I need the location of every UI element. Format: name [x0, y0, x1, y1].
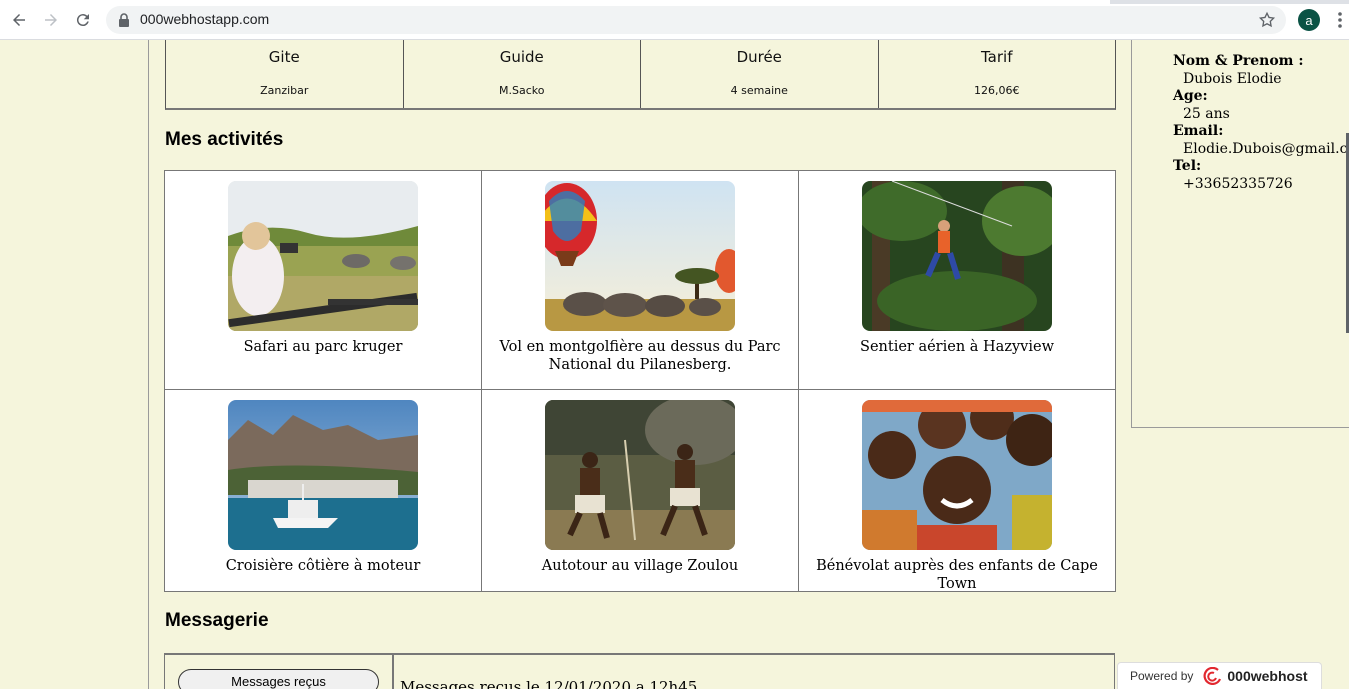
more-menu-icon[interactable] — [1334, 10, 1346, 30]
email-value: Elodie.Dubois@gmail.com — [1183, 140, 1349, 157]
trip-cell-duree: Durée 4 semaine — [641, 40, 879, 108]
activity-card[interactable]: Safari au parc kruger — [165, 171, 482, 390]
activity-card[interactable]: Croisière côtière à moteur — [165, 390, 482, 591]
column-header: Durée — [736, 48, 782, 66]
trip-cell-gite: Gite Zanzibar — [166, 40, 404, 108]
trip-cell-tarif: Tarif 126,06€ — [879, 40, 1116, 108]
cell-value: 126,06€ — [974, 84, 1020, 97]
cell-value: Zanzibar — [260, 84, 309, 97]
powered-by-text: Powered by — [1130, 669, 1194, 683]
powered-by-badge[interactable]: Powered by 000webhost — [1117, 662, 1322, 689]
activity-card[interactable]: Bénévolat auprès des enfants de Cape Tow… — [799, 390, 1115, 592]
zulu-dance-photo[interactable] — [545, 400, 735, 550]
activity-caption: Croisière côtière à moteur — [225, 558, 421, 574]
address-bar[interactable]: 000webhostapp.com — [106, 6, 1286, 34]
tel-label: Tel: — [1173, 158, 1202, 174]
reload-icon[interactable] — [72, 9, 94, 31]
activity-caption: Sentier aérien à Hazyview — [860, 339, 1054, 355]
url-text[interactable]: 000webhostapp.com — [140, 11, 269, 27]
back-arrow-icon[interactable] — [8, 9, 30, 31]
brand-name: 000webhost — [1227, 668, 1308, 684]
forward-arrow-icon[interactable] — [40, 9, 62, 31]
name-label: Nom & Prenom : — [1173, 53, 1304, 69]
browser-toolbar: 000webhostapp.com a — [0, 0, 1349, 40]
messaging-heading: Messagerie — [165, 610, 269, 631]
activity-caption: Safari au parc kruger — [243, 339, 403, 355]
cell-value: 4 semaine — [730, 84, 788, 97]
cell-value: M.Sacko — [499, 84, 545, 97]
activity-card[interactable]: Vol en montgolfière au dessus du Parc Na… — [482, 171, 799, 390]
bookmark-star-icon[interactable] — [1258, 11, 1276, 29]
message-line[interactable]: Messages recus le 12/01/2020 a 12h45 — [400, 678, 697, 689]
activity-caption: Autotour au village Zoulou — [541, 558, 739, 574]
column-header: Gite — [268, 48, 300, 66]
profile-avatar[interactable]: a — [1298, 9, 1320, 31]
profile-panel: Nom & Prenom : Dubois Elodie Age: 25 ans… — [1131, 40, 1349, 428]
activity-card[interactable]: Sentier aérien à Hazyview — [799, 171, 1115, 390]
safari-photo[interactable] — [228, 181, 418, 331]
tab-strip — [0, 0, 1349, 4]
activities-heading: Mes activités — [165, 129, 284, 150]
activities-grid: Safari au parc kruger Vol en montgolfièr… — [164, 170, 1116, 592]
email-label: Email: — [1173, 123, 1224, 139]
activity-caption: Bénévolat auprès des enfants de Cape Tow… — [816, 558, 1098, 592]
name-value: Dubois Elodie — [1183, 70, 1282, 87]
trip-summary-table: Gite Zanzibar Guide M.Sacko Durée 4 sema… — [165, 40, 1116, 110]
age-label: Age: — [1173, 88, 1208, 104]
main-content: Gite Zanzibar Guide M.Sacko Durée 4 sema… — [149, 40, 1131, 689]
zipline-photo[interactable] — [862, 181, 1052, 331]
lock-icon — [119, 13, 129, 27]
messaging-menu: Messages reçus — [165, 655, 394, 689]
column-header: Guide — [499, 48, 544, 66]
age-value: 25 ans — [1183, 105, 1230, 122]
activity-card[interactable]: Autotour au village Zoulou — [482, 390, 799, 591]
left-sidebar — [0, 40, 149, 689]
column-header: Tarif — [981, 48, 1013, 66]
tel-value: +33652335726 — [1183, 175, 1293, 192]
messaging-panel: Messages reçus Messages recus le 12/01/2… — [164, 653, 1115, 689]
hot-air-balloon-photo[interactable] — [545, 181, 735, 331]
received-messages-button[interactable]: Messages reçus — [178, 669, 379, 689]
children-photo[interactable] — [862, 400, 1052, 550]
000webhost-logo-icon — [1203, 667, 1222, 685]
activity-caption: Vol en montgolfière au dessus du Parc Na… — [499, 339, 781, 373]
trip-cell-guide: Guide M.Sacko — [404, 40, 641, 108]
coastal-cruise-photo[interactable] — [228, 400, 418, 550]
